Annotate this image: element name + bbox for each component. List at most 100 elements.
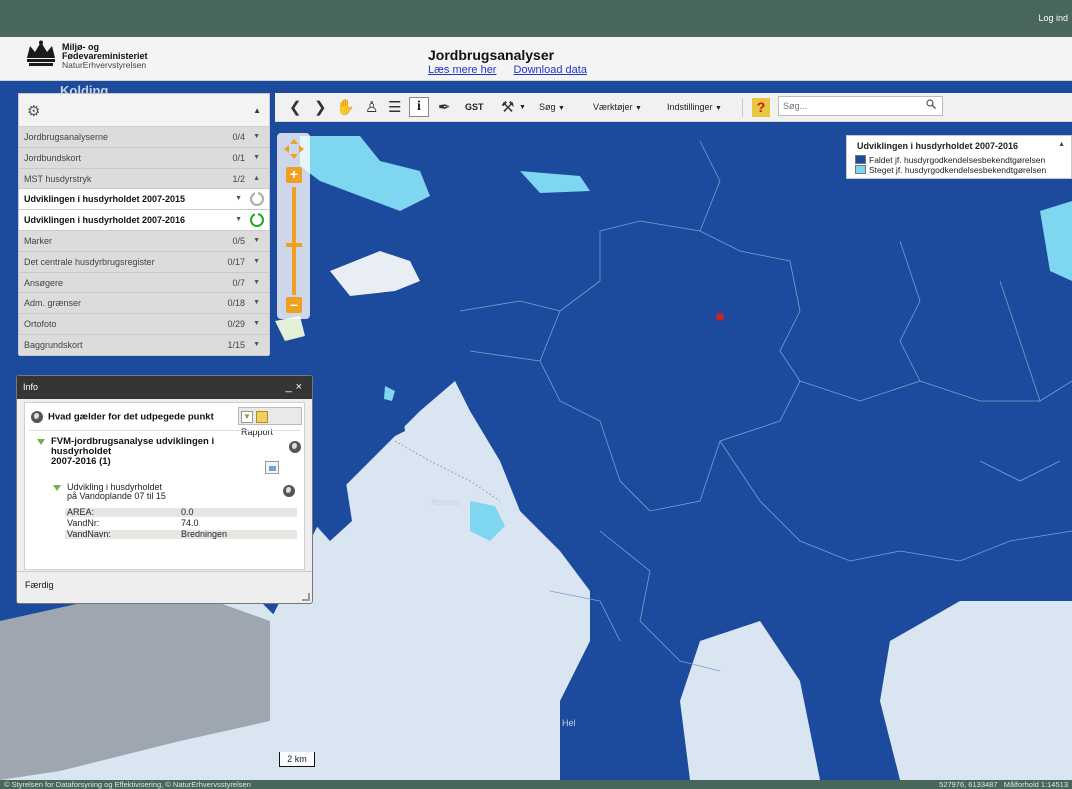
result-subtitle[interactable]: Udvikling i husdyrholdet på Vandoplande …	[53, 483, 213, 501]
attribute-key: VandNr:	[67, 518, 100, 528]
pan-arrows-icon[interactable]	[282, 137, 306, 161]
info-window: Info _× Hvad gælder for det udpegede pun…	[16, 375, 313, 604]
layer-label: Jordbrugsanalyserne	[24, 132, 109, 142]
coast-strip	[275, 316, 305, 341]
close-icon[interactable]: ×	[296, 381, 306, 393]
layers-dropdown-icon[interactable]: ▼	[519, 93, 526, 122]
zoom-in-button[interactable]: +	[286, 167, 302, 183]
attribute-key: AREA:	[67, 507, 95, 517]
globe-icon[interactable]	[283, 485, 295, 497]
layer-row[interactable]: Adm. grænser 0/18 ▼	[19, 293, 269, 315]
help-button[interactable]: ?	[752, 98, 770, 117]
collapse-up-icon[interactable]: ▲	[1058, 141, 1065, 148]
zoom-control: + –	[277, 133, 310, 319]
chevron-down-icon[interactable]: ▼	[253, 273, 260, 293]
layer-label: Udviklingen i husdyrholdet 2007-2015	[24, 194, 186, 205]
layer-count: 0/29	[227, 319, 245, 330]
layer-count: 0/4	[232, 132, 245, 142]
ministry-name: Miljø- og Fødevareministeriet NaturErhve…	[62, 43, 148, 70]
chevron-down-icon[interactable]: ▼	[253, 314, 260, 334]
layer-label: Ansøgere	[24, 277, 64, 288]
pen-icon[interactable]: ✒	[438, 93, 451, 122]
tools-menu-label: Værktøjer	[593, 102, 633, 112]
export-icon[interactable]	[265, 461, 279, 474]
chevron-down-icon: ▼	[558, 105, 565, 112]
land-polygon	[585, 661, 660, 780]
info-window-title: Info	[23, 382, 39, 392]
power-toggle-icon[interactable]	[250, 191, 264, 207]
attribute-key: VandNavn:	[67, 529, 111, 539]
zoom-slider-handle[interactable]	[286, 243, 302, 247]
layer-row[interactable]: Jordbundskort 0/1 ▼	[19, 147, 269, 169]
zoom-out-button[interactable]: –	[286, 297, 302, 313]
top-bar: Log ind	[0, 0, 1072, 37]
chevron-down-icon[interactable]: ▼	[253, 293, 260, 313]
info-question-label: Hvad gælder for det udpegede punkt	[48, 411, 214, 423]
layers-icon[interactable]: ⚒	[501, 93, 514, 122]
layer-row[interactable]: Udviklingen i husdyrholdet 2007-2015 ▼	[19, 189, 269, 211]
window-controls: _×	[285, 376, 306, 399]
minimize-icon[interactable]: _	[285, 381, 295, 393]
result-title-line-2: 2007-2016 (1)	[51, 456, 111, 467]
pan-hand-icon[interactable]: ✋	[336, 93, 355, 122]
info-tool-icon[interactable]: i	[409, 97, 429, 117]
scale-bar: 2 km	[279, 752, 315, 767]
layer-label: Baggrundskort	[24, 339, 83, 350]
tools-menu[interactable]: Værktøjer ▼	[593, 93, 642, 122]
chevron-down-icon[interactable]: ▼	[253, 148, 260, 168]
back-icon[interactable]: ❮	[289, 93, 302, 122]
collapse-up-icon[interactable]: ▲	[253, 106, 261, 115]
settings-menu[interactable]: Indstillinger ▼	[667, 93, 722, 122]
layer-row[interactable]: Marker 0/5 ▼	[19, 230, 269, 252]
coordinate-readout: 527976, 6133487 Målforhold 1:14513	[939, 780, 1068, 789]
legend-item-label: Steget jf. husdyrgodkendelsesbekendtgøre…	[869, 165, 1047, 175]
info-window-titlebar[interactable]: Info _×	[17, 376, 312, 399]
chevron-down-icon[interactable]: ▼	[235, 189, 242, 209]
layer-row[interactable]: Det centrale husdyrbrugsregister 0/17 ▼	[19, 251, 269, 273]
layer-row[interactable]: Ansøgere 0/7 ▼	[19, 272, 269, 294]
search-menu-label: Søg	[539, 102, 556, 112]
chevron-down-icon[interactable]: ▼	[253, 252, 260, 272]
settings-menu-label: Indstillinger	[667, 102, 713, 112]
layer-count: 0/5	[232, 235, 245, 246]
chevron-up-icon[interactable]: ▲	[253, 169, 260, 189]
search-input[interactable]	[779, 97, 919, 115]
login-link[interactable]: Log ind	[1038, 13, 1068, 23]
report-button[interactable]: ▼ Rapport	[238, 407, 302, 437]
globe-icon[interactable]	[289, 441, 301, 453]
layer-row[interactable]: Ortofoto 0/29 ▼	[19, 314, 269, 335]
read-more-link[interactable]: Læs mere her	[428, 64, 496, 76]
layer-row[interactable]: MST husdyrstryk 1/2 ▲	[19, 168, 269, 190]
layer-count: 0/18	[227, 298, 245, 309]
page-title: Jordbrugsanalyser	[428, 47, 555, 63]
layer-row[interactable]: Udviklingen i husdyrholdet 2007-2016 ▼	[19, 210, 269, 231]
sea-area-east	[680, 621, 820, 780]
expand-triangle-icon[interactable]	[37, 439, 45, 445]
map-toolbar: ❮ ❯ ✋ ♙ ☰ i ✒ GST ⚒ ▼ Søg ▼ Værktøjer ▼ …	[275, 93, 1072, 122]
district-boundaries	[459, 140, 1072, 672]
attribute-value: 74.0	[181, 518, 199, 528]
search-field[interactable]	[778, 96, 943, 116]
chevron-down-icon[interactable]: ▼	[253, 231, 260, 251]
result-title[interactable]: FVM-jordbrugsanalyse udviklingen i husdy…	[37, 437, 271, 467]
download-data-link[interactable]: Download data	[514, 64, 587, 76]
search-icon[interactable]	[926, 99, 936, 109]
chevron-down-icon[interactable]: ▼	[253, 127, 260, 147]
power-toggle-icon[interactable]	[250, 212, 264, 228]
layer-count: 1/15	[227, 339, 245, 350]
list-icon[interactable]: ☰	[388, 93, 401, 122]
chevron-down-icon[interactable]: ▼	[253, 335, 260, 355]
chevron-down-icon[interactable]: ▼	[235, 210, 242, 230]
forward-icon[interactable]: ❯	[314, 93, 327, 122]
search-menu[interactable]: Søg ▼	[539, 93, 565, 122]
gear-icon[interactable]: ⚙	[27, 102, 40, 120]
person-icon[interactable]: ♙	[365, 93, 378, 122]
zoom-slider-track[interactable]	[292, 187, 296, 295]
gst-menu[interactable]: GST	[465, 93, 484, 122]
resize-grip-icon[interactable]	[302, 593, 310, 601]
layer-row[interactable]: Jordbrugsanalyserne 0/4 ▼	[19, 127, 269, 148]
attribute-value: 0.0	[181, 507, 194, 517]
expand-triangle-icon[interactable]	[53, 485, 61, 491]
layer-row[interactable]: Baggrundskort 1/15 ▼	[19, 334, 269, 356]
agency-name: NaturErhvervstyrelsen	[62, 60, 147, 70]
